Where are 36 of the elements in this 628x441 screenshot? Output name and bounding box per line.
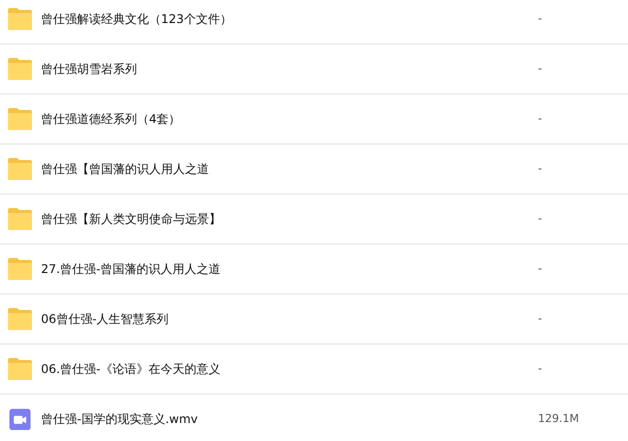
file-size: - — [538, 60, 542, 77]
file-size: - — [538, 10, 542, 27]
folder-icon — [8, 308, 32, 330]
folder-icon — [8, 358, 32, 380]
file-size: - — [538, 110, 542, 127]
file-row[interactable]: 曾仕强解读经典文化（123个文件） - — [0, 0, 628, 45]
file-row[interactable]: 06曾仕强-人生智慧系列 - — [0, 295, 628, 345]
file-name: 06.曾仕强-《论语》在今天的意义 — [41, 361, 222, 378]
file-size: - — [538, 360, 542, 377]
file-size: - — [538, 210, 542, 227]
file-name: 27.曾仕强-曾国藩的识人用人之道 — [41, 261, 222, 278]
file-name: 曾仕强胡雪岩系列 — [41, 61, 138, 78]
folder-icon — [8, 58, 32, 80]
file-name: 曾仕强-国学的现实意义.wmv — [41, 411, 199, 428]
file-row[interactable]: 曾仕强【曾国藩的识人用人之道 - — [0, 145, 628, 195]
file-name: 曾仕强道德经系列（4套） — [41, 111, 182, 128]
folder-icon — [8, 258, 32, 280]
file-row[interactable]: 27.曾仕强-曾国藩的识人用人之道 - — [0, 245, 628, 295]
file-row[interactable]: 曾仕强-国学的现实意义.wmv 129.1M — [0, 395, 628, 441]
file-size: - — [538, 310, 542, 327]
video-file-icon — [8, 408, 32, 430]
file-row[interactable]: 曾仕强【新人类文明使命与远景】 - — [0, 195, 628, 245]
file-size: 129.1M — [538, 410, 579, 427]
file-row[interactable]: 曾仕强胡雪岩系列 - — [0, 45, 628, 95]
folder-icon — [8, 208, 32, 230]
file-size: - — [538, 260, 542, 277]
file-row[interactable]: 06.曾仕强-《论语》在今天的意义 - — [0, 345, 628, 395]
file-size: - — [538, 160, 542, 177]
file-name: 曾仕强解读经典文化（123个文件） — [41, 11, 233, 28]
folder-icon — [8, 8, 32, 30]
file-name: 曾仕强【曾国藩的识人用人之道 — [41, 161, 210, 178]
file-name: 06曾仕强-人生智慧系列 — [41, 311, 170, 328]
file-name: 曾仕强【新人类文明使命与远景】 — [41, 211, 222, 228]
file-row[interactable]: 曾仕强道德经系列（4套） - — [0, 95, 628, 145]
folder-icon — [8, 158, 32, 180]
folder-icon — [8, 108, 32, 130]
